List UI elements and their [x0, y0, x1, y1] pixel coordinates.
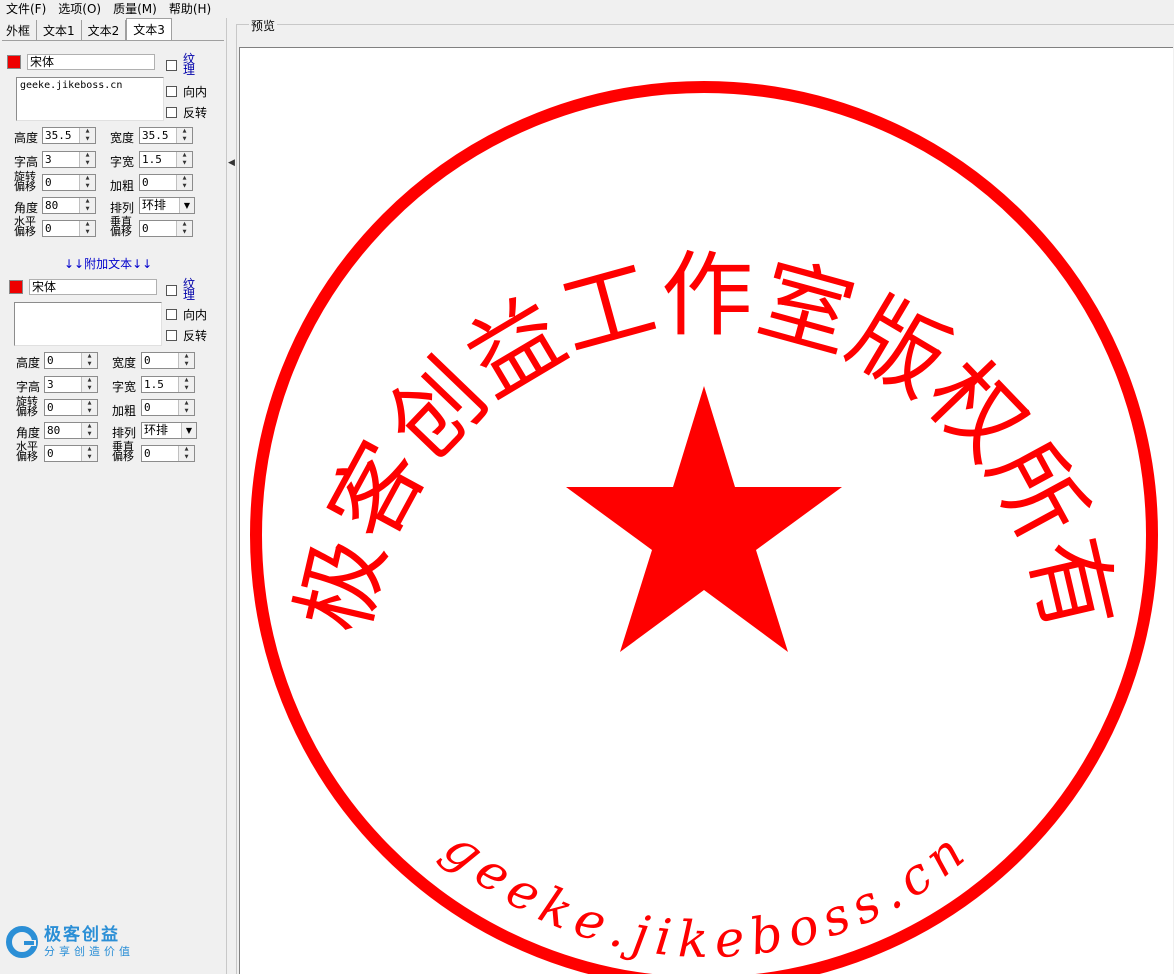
- extra-rotate-offset-label: 旋转偏移: [16, 395, 38, 418]
- menu-quality[interactable]: 质量(M): [107, 0, 163, 18]
- height-spinner[interactable]: 35.5 ▲ ▼: [42, 127, 96, 144]
- extra-char-height-label: 字高: [16, 380, 41, 394]
- logo-subtitle: 分享创造价值: [44, 945, 134, 958]
- char-height-spinner[interactable]: 3 ▲ ▼: [42, 151, 96, 168]
- stamp-preview: 极客创益工作室版权所有 geeke.jikeboss.cn: [250, 81, 1158, 974]
- angle-label: 角度: [14, 201, 39, 215]
- extra-v-offset-label: 垂直偏移: [112, 440, 134, 463]
- extra-text-input[interactable]: [14, 302, 162, 346]
- text-color-swatch[interactable]: [7, 55, 21, 69]
- preview-group: 预览 极客创益工作室版权所有 geeke.jikeboss.cn: [236, 17, 1174, 974]
- font-selector[interactable]: 宋体: [27, 54, 155, 70]
- v-offset-spinner[interactable]: 0 ▲ ▼: [139, 220, 193, 237]
- extra-reverse-checkbox[interactable]: 反转: [166, 327, 207, 344]
- h-offset-label: 水平偏移: [14, 215, 36, 238]
- extra-arrange-label: 排列: [112, 426, 137, 440]
- preview-title: 预览: [249, 17, 278, 34]
- extra-bold-label: 加粗: [112, 404, 137, 418]
- extra-height-spinner[interactable]: 0 ▲ ▼: [44, 352, 98, 369]
- extra-texture-checkbox[interactable]: 纹理: [166, 278, 197, 301]
- extra-text-label: ↓↓附加文本↓↓: [64, 257, 153, 271]
- extra-char-width-spinner[interactable]: 1.5 ▲ ▼: [141, 376, 195, 393]
- char-width-spinner[interactable]: 1.5 ▲ ▼: [139, 151, 193, 168]
- extra-inward-checkbox[interactable]: 向内: [166, 306, 207, 323]
- extra-font-selector[interactable]: 宋体: [29, 279, 157, 295]
- v-offset-label: 垂直偏移: [110, 215, 132, 238]
- extra-bold-spinner[interactable]: 0 ▲ ▼: [141, 399, 195, 416]
- bold-spinner[interactable]: 0 ▲ ▼: [139, 174, 193, 191]
- extra-char-height-spinner[interactable]: 3 ▲ ▼: [44, 376, 98, 393]
- brand-logo: 极客创益 分享创造价值: [6, 926, 134, 958]
- extra-arrange-select[interactable]: 环排 ▼: [141, 422, 197, 439]
- extra-angle-label: 角度: [16, 426, 41, 440]
- extra-h-offset-spinner[interactable]: 0 ▲ ▼: [44, 445, 98, 462]
- extra-width-spinner[interactable]: 0 ▲ ▼: [141, 352, 195, 369]
- bold-label: 加粗: [110, 179, 135, 193]
- logo-title: 极客创益: [44, 925, 120, 945]
- tab-text2[interactable]: 文本2: [81, 20, 127, 40]
- tab-body: 宋体 纹理 geeke.jikeboss.cn 向内 反转 高度 35.5 ▲ ▼ …: [2, 40, 224, 970]
- char-height-label: 字高: [14, 155, 39, 169]
- extra-char-width-label: 字宽: [112, 380, 137, 394]
- menu-options[interactable]: 选项(O): [52, 0, 107, 18]
- collapse-arrow-icon[interactable]: ◀: [228, 158, 235, 168]
- preview-canvas: 极客创益工作室版权所有 geeke.jikeboss.cn: [239, 47, 1173, 974]
- tab-frame[interactable]: 外框: [0, 20, 38, 40]
- tab-text1[interactable]: 文本1: [37, 20, 82, 40]
- h-offset-spinner[interactable]: 0 ▲ ▼: [42, 220, 96, 237]
- height-label: 高度: [14, 131, 39, 145]
- reverse-checkbox[interactable]: 反转: [166, 104, 207, 121]
- tab-bar: 外框 文本1 文本2 文本3: [0, 18, 172, 40]
- tab-text3[interactable]: 文本3: [126, 18, 172, 40]
- menu-file[interactable]: 文件(F): [0, 0, 52, 18]
- extra-rotate-offset-spinner[interactable]: 0 ▲ ▼: [44, 399, 98, 416]
- menu-help[interactable]: 帮助(H): [163, 0, 217, 18]
- panel-splitter[interactable]: ◀: [226, 18, 236, 974]
- width-spinner[interactable]: 35.5 ▲ ▼: [139, 127, 193, 144]
- arrange-label: 排列: [110, 201, 135, 215]
- angle-spinner[interactable]: 80 ▲ ▼: [42, 197, 96, 214]
- text-input[interactable]: geeke.jikeboss.cn: [16, 77, 164, 121]
- inward-checkbox[interactable]: 向内: [166, 83, 207, 100]
- menu-bar: 文件(F) 选项(O) 质量(M) 帮助(H): [0, 0, 1174, 18]
- rotate-offset-spinner[interactable]: 0 ▲ ▼: [42, 174, 96, 191]
- stamp-star: [566, 386, 842, 652]
- rotate-offset-label: 旋转偏移: [14, 170, 36, 193]
- texture-checkbox[interactable]: 纹理: [166, 53, 197, 76]
- arrange-select[interactable]: 环排 ▼: [139, 197, 195, 214]
- extra-v-offset-spinner[interactable]: 0 ▲ ▼: [141, 445, 195, 462]
- extra-text-color-swatch[interactable]: [9, 280, 23, 294]
- logo-icon: [6, 926, 38, 958]
- extra-angle-spinner[interactable]: 80 ▲ ▼: [44, 422, 98, 439]
- width-label: 宽度: [110, 131, 135, 145]
- extra-height-label: 高度: [16, 356, 41, 370]
- settings-panel: 外框 文本1 文本2 文本3 宋体 纹理 geeke.jikeboss.cn 向…: [0, 18, 226, 974]
- extra-h-offset-label: 水平偏移: [16, 440, 38, 463]
- extra-width-label: 宽度: [112, 356, 137, 370]
- char-width-label: 字宽: [110, 155, 135, 169]
